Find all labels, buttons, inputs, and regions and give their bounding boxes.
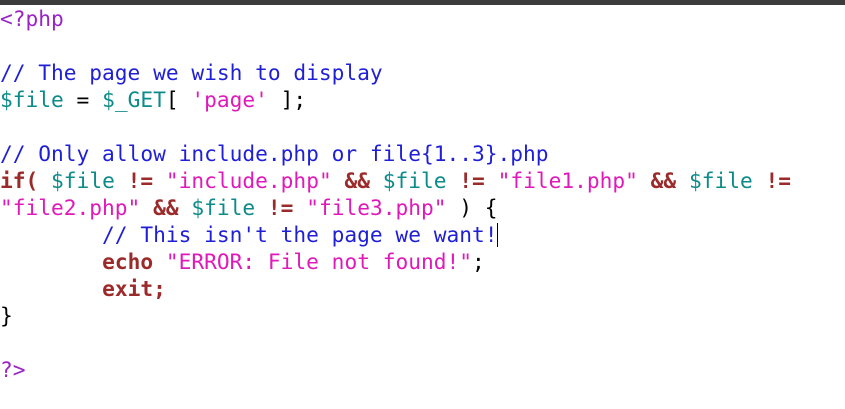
code-token-plain: = xyxy=(63,87,103,112)
code-line[interactable]: // The page we wish to display xyxy=(0,59,845,86)
code-token-var: $file xyxy=(191,195,256,220)
code-token-var: $file xyxy=(0,87,64,112)
code-token-comment: // The page we wish to display xyxy=(0,60,383,85)
code-line[interactable] xyxy=(0,113,845,140)
code-token-var: $_GET xyxy=(102,87,166,112)
code-token-keyword: if( xyxy=(0,168,39,193)
code-token-string: "file3.php" xyxy=(306,195,447,220)
code-token-comment: // This isn't the page we want! xyxy=(0,222,498,247)
code-token-php: <?php xyxy=(0,6,64,31)
code-token-plain: ) { xyxy=(446,195,498,220)
text-cursor xyxy=(497,223,499,247)
code-token-operator: != xyxy=(127,168,154,193)
code-line[interactable]: exit; xyxy=(0,275,845,302)
code-line[interactable]: if( $file != "include.php" && $file != "… xyxy=(0,167,845,194)
code-token-plain: [ xyxy=(165,87,192,112)
code-token-string: 'page' xyxy=(191,87,268,112)
code-token-operator: != xyxy=(765,168,792,193)
code-token-plain: } xyxy=(0,303,13,328)
code-line[interactable]: $file = $_GET[ 'page' ]; xyxy=(0,86,845,113)
code-token-string: "ERROR: File not found!" xyxy=(165,249,473,274)
code-token-var: $file xyxy=(688,168,753,193)
code-token-comment: // Only allow include.php or file{1..3}.… xyxy=(0,141,549,166)
code-line[interactable]: // This isn't the page we want! xyxy=(0,221,845,248)
code-editor[interactable]: <?php// The page we wish to display $file… xyxy=(0,5,845,409)
code-token-string: "file2.php" xyxy=(0,195,141,220)
code-token-keyword: echo xyxy=(102,249,154,274)
code-line[interactable]: ?> xyxy=(0,356,845,383)
code-line[interactable]: echo "ERROR: File not found!"; xyxy=(0,248,845,275)
code-token-php: ?> xyxy=(0,357,26,382)
code-line[interactable]: "file2.php" && $file != "file3.php" ) { xyxy=(0,194,845,221)
code-token-operator: && xyxy=(344,168,370,193)
code-token-var: $file xyxy=(51,168,115,193)
code-line[interactable]: // Only allow include.php or file{1..3}.… xyxy=(0,140,845,167)
code-token-operator: && xyxy=(650,168,677,193)
code-line[interactable]: <?php xyxy=(0,5,845,32)
code-token-operator: != xyxy=(267,195,294,220)
code-line[interactable] xyxy=(0,32,845,59)
code-line[interactable] xyxy=(0,329,845,356)
code-token-plain: ; xyxy=(472,249,485,274)
code-token-string: "include.php" xyxy=(165,168,332,193)
code-token-operator: != xyxy=(459,168,485,193)
code-token-operator: && xyxy=(153,195,179,220)
code-token-string: "file1.php" xyxy=(497,168,638,193)
code-line[interactable]: } xyxy=(0,302,845,329)
code-token-plain: ]; xyxy=(267,87,307,112)
code-token-var: $file xyxy=(382,168,447,193)
code-token-keyword: exit; xyxy=(102,276,166,301)
